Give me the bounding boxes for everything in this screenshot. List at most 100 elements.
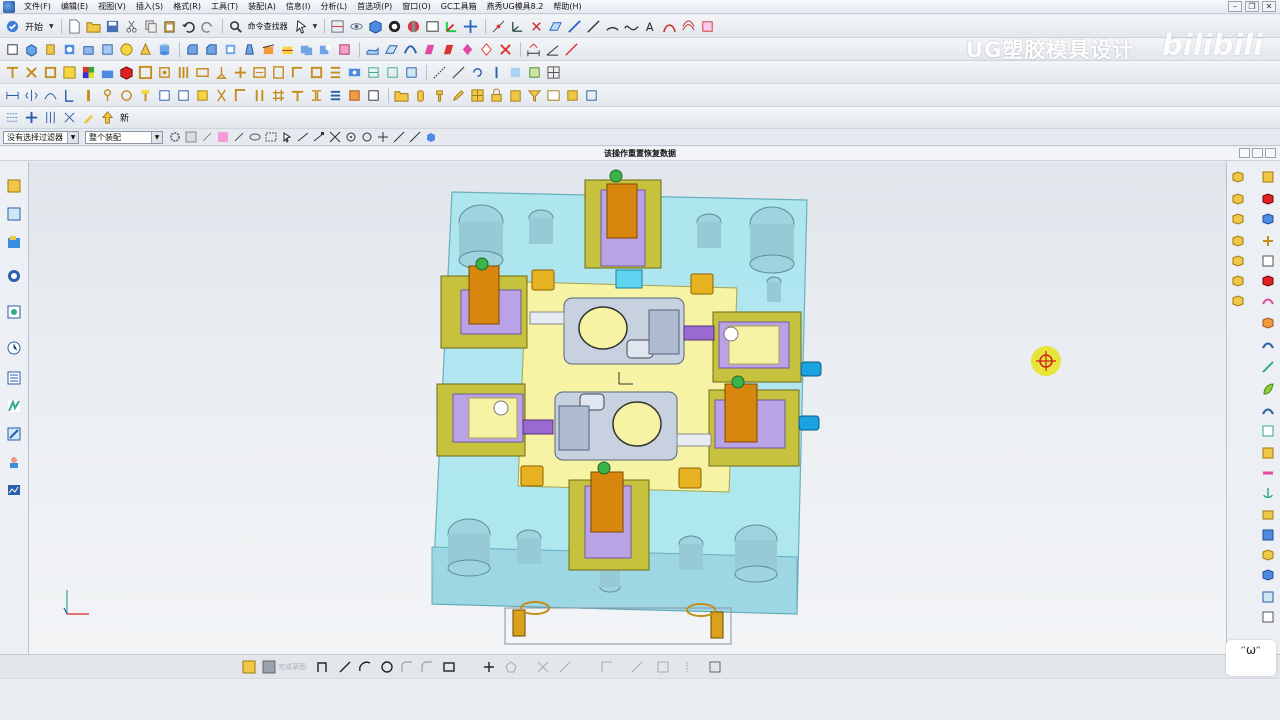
screw-icon[interactable] bbox=[137, 87, 154, 104]
line-icon[interactable] bbox=[585, 18, 602, 35]
fillet-icon[interactable] bbox=[400, 660, 414, 674]
copy-icon[interactable] bbox=[142, 18, 159, 35]
cross-icon[interactable] bbox=[61, 109, 78, 126]
swept-icon[interactable] bbox=[402, 41, 419, 58]
measure-body-icon[interactable] bbox=[563, 41, 580, 58]
quick-trim-icon[interactable] bbox=[536, 660, 550, 674]
component-select-icon[interactable] bbox=[217, 131, 229, 143]
component-cube-icon[interactable] bbox=[1231, 212, 1245, 226]
arc-icon[interactable] bbox=[358, 660, 372, 674]
grid-icon[interactable] bbox=[545, 64, 562, 81]
snap-midpoint-icon[interactable] bbox=[393, 131, 405, 143]
table-icon[interactable] bbox=[545, 87, 562, 104]
graphics-maximize-button[interactable] bbox=[1252, 148, 1263, 158]
reuse-library-icon[interactable] bbox=[6, 268, 22, 284]
subtract-icon[interactable] bbox=[317, 41, 334, 58]
pocket-icon[interactable] bbox=[99, 41, 116, 58]
guide-pin-icon[interactable] bbox=[232, 87, 249, 104]
ejector-pin-icon[interactable] bbox=[175, 64, 192, 81]
snap-point-icon[interactable] bbox=[490, 18, 507, 35]
column-icon[interactable] bbox=[42, 109, 59, 126]
wave-linker-icon[interactable] bbox=[1261, 294, 1275, 308]
link-icon[interactable] bbox=[233, 131, 245, 143]
menu-analysis[interactable]: 分析(L) bbox=[315, 0, 352, 14]
locating-ring-icon[interactable] bbox=[194, 87, 211, 104]
gear-icon[interactable] bbox=[169, 131, 181, 143]
graphics-viewport[interactable] bbox=[29, 162, 1226, 654]
menu-format[interactable]: 格式(R) bbox=[168, 0, 206, 14]
orange-block-icon[interactable] bbox=[1261, 316, 1275, 330]
graphics-close-button[interactable] bbox=[1265, 148, 1276, 158]
menu-yanxiu-mold[interactable]: 燕秀UG模具8.2 bbox=[482, 0, 549, 14]
move-face-icon[interactable] bbox=[459, 41, 476, 58]
command-finder-icon[interactable] bbox=[227, 18, 244, 35]
section-icon[interactable] bbox=[1261, 568, 1275, 582]
curve-tool-icon[interactable] bbox=[661, 18, 678, 35]
cavity-layout-icon[interactable] bbox=[61, 64, 78, 81]
process-studio-icon[interactable] bbox=[6, 398, 22, 414]
blue-cube-icon[interactable] bbox=[1261, 212, 1275, 226]
cube-select-icon[interactable] bbox=[425, 131, 437, 143]
bracket-icon[interactable] bbox=[61, 87, 78, 104]
assembly-scope-combo[interactable]: 整个装配 ▼ bbox=[85, 130, 163, 144]
export-icon[interactable] bbox=[564, 87, 581, 104]
mirror-assembly-icon[interactable] bbox=[1261, 274, 1275, 288]
workpiece-icon[interactable] bbox=[42, 64, 59, 81]
slider-top[interactable] bbox=[584, 169, 662, 269]
menu-tools[interactable]: 工具(T) bbox=[206, 0, 243, 14]
undo-icon[interactable] bbox=[180, 18, 197, 35]
highlight-icon[interactable] bbox=[1261, 548, 1275, 562]
pen-mark-icon[interactable] bbox=[80, 109, 97, 126]
snap-center-icon[interactable] bbox=[345, 131, 357, 143]
info-icon[interactable] bbox=[1261, 610, 1275, 624]
arc-icon[interactable] bbox=[604, 18, 621, 35]
measure-angle-icon[interactable] bbox=[544, 41, 561, 58]
slider-lifter-icon[interactable] bbox=[194, 64, 211, 81]
trim-mold-icon[interactable] bbox=[289, 64, 306, 81]
blend-icon[interactable] bbox=[184, 41, 201, 58]
multi-color-icon[interactable] bbox=[80, 64, 97, 81]
finish-sketch-label[interactable]: 完成草图 bbox=[278, 662, 306, 672]
revolve-icon[interactable] bbox=[42, 41, 59, 58]
grid-block-icon[interactable] bbox=[469, 87, 486, 104]
hand-icon[interactable] bbox=[412, 87, 429, 104]
new-label[interactable]: 新 bbox=[120, 111, 129, 124]
text-icon[interactable]: A bbox=[642, 18, 659, 35]
pen-icon[interactable] bbox=[450, 87, 467, 104]
cooling-icon[interactable] bbox=[251, 64, 268, 81]
menu-help[interactable]: 帮助(H) bbox=[548, 0, 586, 14]
rotate-icon[interactable] bbox=[469, 64, 486, 81]
constraint-navigator-icon[interactable] bbox=[6, 206, 22, 222]
snap-endpoint-icon[interactable] bbox=[313, 131, 325, 143]
chevron-down-icon[interactable]: ▼ bbox=[67, 131, 78, 143]
layer-icon[interactable] bbox=[424, 18, 441, 35]
menu-preferences[interactable]: 首选项(P) bbox=[352, 0, 397, 14]
lasso-icon[interactable] bbox=[249, 131, 261, 143]
gate-icon[interactable] bbox=[213, 64, 230, 81]
trim-body-icon[interactable] bbox=[260, 41, 277, 58]
thickness-icon[interactable] bbox=[1261, 466, 1275, 480]
make-corner-icon[interactable] bbox=[600, 660, 614, 674]
pin-icon[interactable] bbox=[99, 87, 116, 104]
slider-right-lower[interactable] bbox=[708, 375, 800, 467]
select-all-icon[interactable] bbox=[185, 131, 197, 143]
color-wheel-icon[interactable] bbox=[386, 18, 403, 35]
snap-quadrant-icon[interactable] bbox=[361, 131, 373, 143]
parting-icon[interactable] bbox=[118, 64, 135, 81]
curve-select-icon[interactable] bbox=[297, 131, 309, 143]
snap-intersection-icon[interactable] bbox=[329, 131, 341, 143]
delete-file-icon[interactable] bbox=[403, 64, 420, 81]
leaf-icon[interactable] bbox=[1261, 382, 1275, 396]
view-manager-icon[interactable] bbox=[384, 64, 401, 81]
spline-icon[interactable] bbox=[623, 18, 640, 35]
start-menu-label[interactable]: 开始 bbox=[25, 20, 43, 33]
profile-icon[interactable] bbox=[316, 660, 330, 674]
array-component-icon[interactable] bbox=[1231, 274, 1245, 288]
component-icon[interactable] bbox=[346, 87, 363, 104]
shell-icon[interactable] bbox=[222, 41, 239, 58]
selection-priority-icon[interactable] bbox=[294, 18, 311, 35]
history-icon[interactable] bbox=[6, 340, 22, 356]
move-component-icon[interactable] bbox=[1261, 234, 1275, 248]
wcs-icon[interactable] bbox=[443, 18, 460, 35]
curve-lift-icon[interactable] bbox=[42, 87, 59, 104]
